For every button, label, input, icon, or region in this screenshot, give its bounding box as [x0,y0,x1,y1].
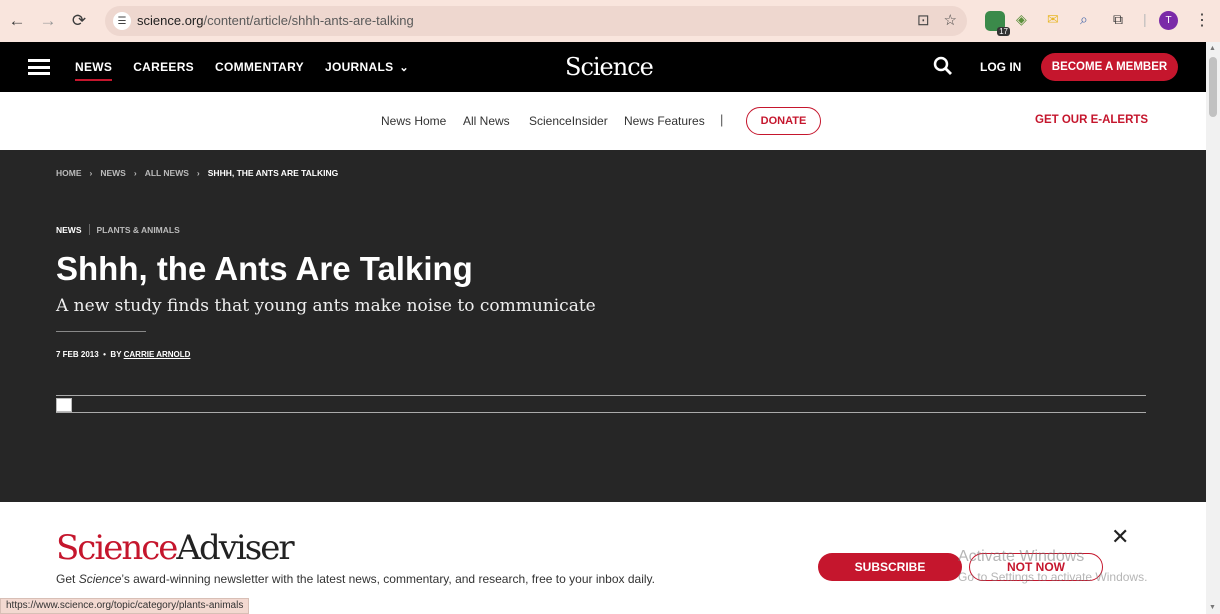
hero-divider [56,331,146,332]
nav-journals-label: JOURNALS [324,60,394,74]
extension-mail-icon[interactable]: ✉ [1047,11,1059,28]
subnav-scienceinsider[interactable]: ScienceInsider [529,114,608,128]
broken-image-icon [56,398,72,412]
nav-journals[interactable]: JOURNALS ⌄ [325,60,409,74]
primary-nav: NEWS CAREERS COMMENTARY JOURNALS ⌄ [75,60,409,81]
article-date: 7 FEB 2013 [56,350,99,359]
reload-icon[interactable]: ⟳ [64,6,94,36]
extension-search-icon[interactable]: ⌕ [1080,11,1088,28]
chevron-down-icon: ⌄ [399,62,409,74]
article-byline: 7 FEB 2013 • BY CARRIE ARNOLD [56,350,190,359]
article-hero: HOME › NEWS › ALL NEWS › SHHH, THE ANTS … [0,150,1206,502]
profile-avatar[interactable]: T [1159,11,1178,30]
extension-badge-icon[interactable]: 17 [985,11,1010,36]
login-link[interactable]: LOG IN [980,60,1021,74]
article-kicker: NEWS PLANTS & ANIMALS [56,224,180,235]
blurb-em: Science [78,572,122,586]
url-path: /content/article/shhh-ants-are-talking [203,13,414,28]
news-subnav: News Home All News ScienceInsider News F… [0,92,1206,150]
close-icon[interactable]: ✕ [1111,524,1129,550]
browser-toolbar: ← → ⟳ ☰ science.org/content/article/shhh… [0,0,1220,42]
donate-button[interactable]: DONATE [746,107,821,135]
byline-by: BY [110,350,122,359]
menu-kebab-icon[interactable]: ⋮ [1194,10,1210,30]
nav-commentary[interactable]: COMMENTARY [215,60,304,74]
extension-leaf-icon[interactable]: ◈ [1016,11,1027,28]
status-url-tooltip: https://www.science.org/topic/category/p… [0,598,250,614]
forward-icon[interactable]: → [33,6,63,36]
breadcrumb-news[interactable]: NEWS [100,168,126,178]
subnav-news-home[interactable]: News Home [381,114,446,128]
url-host: science.org [137,13,204,28]
newsletter-blurb: Get Science’s award-winning newsletter w… [56,572,655,586]
search-icon[interactable] [933,56,953,76]
kicker-category[interactable]: PLANTS & ANIMALS [97,225,180,235]
subnav-separator: | [720,112,724,127]
brand-science: Science [56,528,178,568]
breadcrumb-separator-icon: › [133,168,137,178]
address-url[interactable]: science.org/content/article/shhh-ants-ar… [137,13,414,28]
windows-activation-watermark-sub: Go to Settings to activate Windows. [958,570,1148,584]
scroll-thumb[interactable] [1209,57,1217,117]
breadcrumb-separator-icon: › [196,168,200,178]
scroll-down-arrow-icon[interactable]: ▼ [1209,604,1216,611]
subnav-all-news[interactable]: All News [463,114,510,128]
address-bar[interactable]: ☰ science.org/content/article/shhh-ants-… [105,6,967,36]
windows-activation-watermark: Activate Windows [958,548,1085,565]
hamburger-menu-icon[interactable] [28,59,50,75]
article-image [56,395,1146,413]
kicker-section[interactable]: NEWS [56,225,82,235]
nav-news[interactable]: NEWS [75,60,113,81]
scroll-up-arrow-icon[interactable]: ▲ [1209,45,1216,52]
article-headline: Shhh, the Ants Are Talking [56,250,473,287]
author-link[interactable]: CARRIE ARNOLD [124,350,191,359]
byline-dot: • [100,350,109,359]
site-header: NEWS CAREERS COMMENTARY JOURNALS ⌄ Scienc… [0,42,1206,92]
become-member-button[interactable]: BECOME A MEMBER [1041,53,1178,81]
extension-badge-count: 17 [997,27,1010,36]
science-logo[interactable]: Science [565,53,654,81]
science-adviser-logo: ScienceAdviser [56,528,295,568]
brand-adviser: Adviser [176,528,294,568]
breadcrumb-current: SHHH, THE ANTS ARE TALKING [207,168,339,178]
breadcrumb-all-news[interactable]: ALL NEWS [145,168,189,178]
breadcrumb-separator-icon: › [89,168,93,178]
article-dek: A new study finds that young ants make n… [56,296,596,316]
back-icon[interactable]: ← [2,6,32,36]
blurb-pre: Get [56,572,79,586]
breadcrumb: HOME › NEWS › ALL NEWS › SHHH, THE ANTS … [56,168,338,178]
bookmark-star-icon[interactable]: ☆ [944,11,957,29]
install-icon[interactable]: ⊡ [917,11,930,29]
page-scrollbar[interactable]: ▲ ▼ [1206,42,1220,614]
nav-careers[interactable]: CAREERS [133,60,194,74]
subscribe-button[interactable]: SUBSCRIBE [818,553,962,581]
breadcrumb-home[interactable]: HOME [56,168,82,178]
e-alerts-link[interactable]: GET OUR E-ALERTS [1035,114,1148,126]
site-settings-icon[interactable]: ☰ [113,12,131,30]
extensions-icon[interactable]: ⧉ [1113,11,1123,28]
subnav-news-features[interactable]: News Features [624,114,705,128]
blurb-post: ’s award-winning newsletter with the lat… [121,572,655,586]
toolbar-divider: | [1143,11,1147,27]
kicker-divider [88,224,90,235]
